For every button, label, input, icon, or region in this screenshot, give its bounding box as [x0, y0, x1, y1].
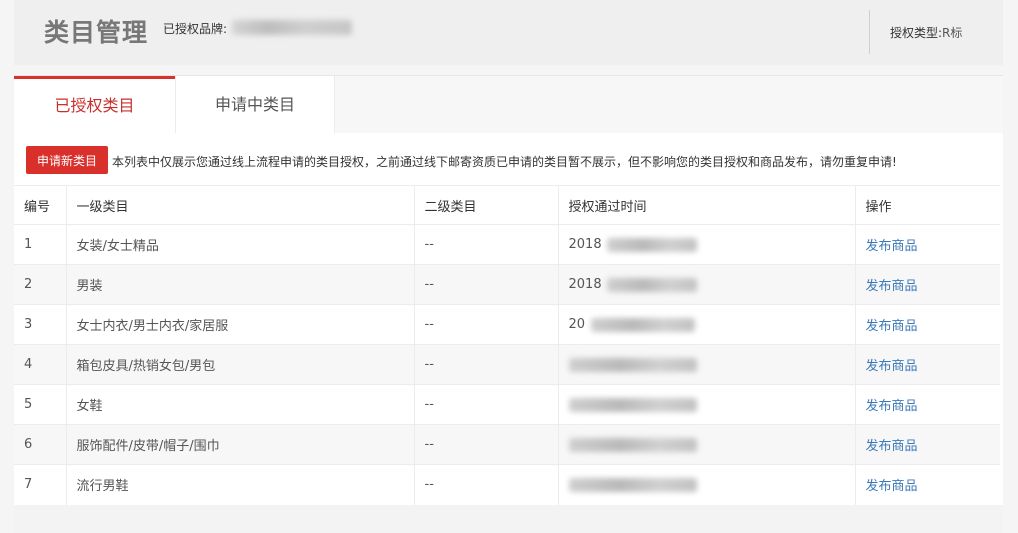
row-no: 3 — [14, 304, 66, 345]
row-category2: -- — [413, 344, 558, 385]
tab-content: 申请新类目 本列表中仅展示您通过线上流程申请的类目授权，之前通过线下邮寄资质已申… — [14, 133, 1003, 505]
notice-row: 申请新类目 本列表中仅展示您通过线上流程申请的类目授权，之前通过线下邮寄资质已申… — [26, 145, 996, 175]
footer-strip — [14, 505, 1003, 533]
row-auth-time: 2018 — [557, 264, 855, 305]
row-action: 发布商品 — [854, 224, 1000, 265]
auth-type-value: R标 — [942, 26, 963, 40]
row-auth-time-visible: 2018 — [568, 237, 602, 252]
row-auth-time-redacted — [568, 438, 697, 452]
row-category2: -- — [413, 424, 558, 465]
table-row: 7 流行男鞋 -- 发布商品 — [14, 464, 1000, 505]
publish-product-link[interactable]: 发布商品 — [866, 239, 918, 254]
tab-pending-categories[interactable]: 申请中类目 — [175, 76, 335, 133]
row-auth-time-redacted — [568, 478, 697, 492]
row-no: 2 — [14, 264, 66, 305]
row-category1: 箱包皮具/热销女包/男包 — [65, 344, 414, 385]
row-no: 5 — [14, 384, 66, 425]
auth-type-label: 授权类型: — [890, 26, 943, 40]
column-header-category1: 一级类目 — [65, 185, 414, 225]
row-no: 1 — [14, 224, 66, 265]
row-auth-time — [557, 384, 855, 425]
table-row: 6 服饰配件/皮带/帽子/围巾 -- 发布商品 — [14, 424, 1000, 465]
row-auth-time-visible: 2018 — [568, 277, 602, 292]
row-auth-time: 2018 — [557, 224, 855, 265]
category-panel: 已授权类目 申请中类目 申请新类目 本列表中仅展示您通过线上流程申请的类目授权，… — [14, 75, 1003, 533]
row-category2: -- — [413, 304, 558, 345]
row-auth-time-redacted — [568, 358, 697, 372]
row-auth-time-visible: 20 — [568, 317, 586, 332]
auth-type: 授权类型:R标 — [890, 24, 962, 41]
publish-product-link[interactable]: 发布商品 — [866, 399, 918, 414]
row-no: 6 — [14, 424, 66, 465]
table-row: 2 男装 -- 2018 发布商品 — [14, 264, 1000, 305]
header-divider — [869, 10, 870, 54]
row-category2: -- — [413, 464, 558, 505]
row-action: 发布商品 — [854, 304, 1000, 345]
column-header-action: 操作 — [854, 185, 1000, 225]
row-action: 发布商品 — [854, 464, 1000, 505]
publish-product-link[interactable]: 发布商品 — [866, 279, 918, 294]
apply-new-category-button[interactable]: 申请新类目 — [26, 146, 108, 174]
table-row: 4 箱包皮具/热销女包/男包 -- 发布商品 — [14, 344, 1000, 385]
row-action: 发布商品 — [854, 384, 1000, 425]
row-category1: 男装 — [65, 264, 414, 305]
row-auth-time-redacted — [606, 238, 697, 252]
row-auth-time — [557, 424, 855, 465]
row-action: 发布商品 — [854, 344, 1000, 385]
row-category2: -- — [413, 384, 558, 425]
publish-product-link[interactable]: 发布商品 — [866, 479, 918, 494]
row-auth-time: 20 — [557, 304, 855, 345]
page-header: 类目管理 已授权品牌: 授权类型:R标 — [14, 0, 1003, 65]
row-category1: 女士内衣/男士内衣/家居服 — [65, 304, 414, 345]
row-no: 4 — [14, 344, 66, 385]
row-category1: 服饰配件/皮带/帽子/围巾 — [65, 424, 414, 465]
row-category2: -- — [413, 264, 558, 305]
row-auth-time-redacted — [568, 398, 697, 412]
tab-authorized-categories[interactable]: 已授权类目 — [14, 76, 175, 133]
row-category2: -- — [413, 224, 558, 265]
row-category1: 女装/女士精品 — [65, 224, 414, 265]
table-row: 1 女装/女士精品 -- 2018 发布商品 — [14, 224, 1000, 265]
table-header-row: 编号 一级类目 二级类目 授权通过时间 操作 — [14, 185, 1000, 225]
table-row: 3 女士内衣/男士内衣/家居服 -- 20 发布商品 — [14, 304, 1000, 345]
authorized-brand-label: 已授权品牌: — [163, 22, 228, 36]
table-row: 5 女鞋 -- 发布商品 — [14, 384, 1000, 425]
category-table: 编号 一级类目 二级类目 授权通过时间 操作 1 女装/女士精品 -- 2018… — [14, 185, 1000, 505]
column-header-auth-time: 授权通过时间 — [557, 185, 855, 225]
row-auth-time-redacted — [590, 318, 695, 332]
category-tabs: 已授权类目 申请中类目 — [14, 76, 1003, 133]
publish-product-link[interactable]: 发布商品 — [866, 319, 918, 334]
row-action: 发布商品 — [854, 424, 1000, 465]
row-action: 发布商品 — [854, 264, 1000, 305]
publish-product-link[interactable]: 发布商品 — [866, 439, 918, 454]
row-category1: 流行男鞋 — [65, 464, 414, 505]
authorized-brand-redacted — [232, 20, 352, 35]
publish-product-link[interactable]: 发布商品 — [866, 359, 918, 374]
row-auth-time-redacted — [606, 278, 697, 292]
row-auth-time — [557, 344, 855, 385]
notice-text: 本列表中仅展示您通过线上流程申请的类目授权，之前通过线下邮寄资质已申请的类目暂不… — [112, 155, 897, 169]
page-title: 类目管理 — [44, 18, 149, 47]
column-header-category2: 二级类目 — [413, 185, 558, 225]
row-no: 7 — [14, 464, 66, 505]
column-header-no: 编号 — [14, 185, 66, 225]
row-auth-time — [557, 464, 855, 505]
row-category1: 女鞋 — [65, 384, 414, 425]
